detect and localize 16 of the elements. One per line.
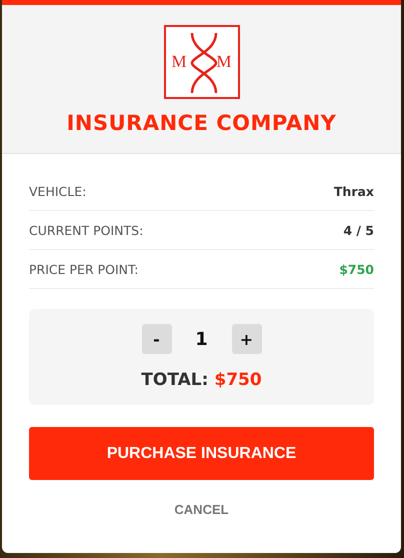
decrement-button[interactable]: - [142, 324, 172, 354]
increment-button[interactable]: + [232, 324, 262, 354]
row-label: VEHICLE: [29, 184, 86, 198]
purchase-button[interactable]: PURCHASE INSURANCE [29, 427, 374, 480]
total-label: TOTAL: [141, 370, 208, 390]
row-value: 4 / 5 [343, 222, 374, 238]
row-value: $750 [339, 262, 374, 276]
total-value: $750 [214, 370, 262, 390]
row-label: CURRENT POINTS: [29, 222, 144, 238]
cancel-button[interactable]: CANCEL [166, 498, 237, 521]
logo-letter: M [216, 53, 232, 70]
row-label: PRICE PER POINT: [29, 262, 138, 276]
logo-letter: M [172, 53, 187, 70]
company-title: INSURANCE COMPANY [66, 111, 336, 135]
row-value: Thrax [334, 184, 374, 198]
quantity-value: 1 [194, 328, 209, 350]
